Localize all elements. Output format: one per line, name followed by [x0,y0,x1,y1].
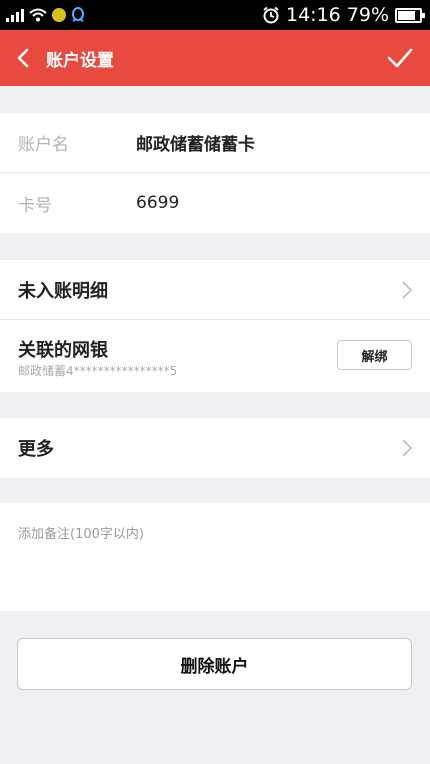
chevron-right-icon [402,439,412,457]
back-arrow-icon [17,48,29,68]
more-label: 更多 [18,439,54,460]
account-name-value: 邮政储蓄储蓄卡 [136,135,255,155]
signal-icon [6,8,24,22]
linked-bank-row: 关联的网银 邮政储蓄4****************5 解绑 [0,320,430,392]
chevron-right-icon [402,280,412,299]
confirm-button[interactable] [370,30,430,86]
card-number-label: 卡号 [18,195,52,216]
battery-icon [395,7,425,23]
page-title: 账户设置 [46,50,114,71]
remark-input[interactable] [18,523,412,593]
remark-section [0,503,430,611]
more-row[interactable]: 更多 [0,418,430,478]
qq-icon [72,7,84,22]
more-group: 更多 [0,418,430,478]
status-time: 14:16 [286,4,341,26]
status-bar: 14:16 79% [0,0,430,30]
app-notification-icon [52,8,66,22]
bank-settings-group: 未入账明细 关联的网银 邮政储蓄4****************5 解绑 [0,260,430,392]
account-name-row[interactable]: 账户名 邮政储蓄储蓄卡 [0,113,430,173]
back-button[interactable] [0,30,46,86]
delete-account-button[interactable]: 删除账户 [17,638,412,690]
status-icons-right: 14:16 79% [262,4,425,26]
unposted-details-label: 未入账明细 [18,280,108,302]
linked-bank-label: 关联的网银 [18,340,108,361]
checkmark-icon [387,48,413,68]
wifi-icon [29,8,47,22]
account-name-label: 账户名 [18,135,69,155]
alarm-icon [263,6,279,24]
account-info-group: 账户名 邮政储蓄储蓄卡 卡号 6699 [0,113,430,233]
battery-percentage: 79% [346,4,389,26]
card-number-value: 6699 [136,193,180,213]
card-number-row: 卡号 6699 [0,173,430,233]
navigation-bar: 账户设置 [0,30,430,86]
unbind-button[interactable]: 解绑 [337,340,412,370]
linked-bank-account: 邮政储蓄4****************5 [18,364,178,378]
unposted-details-row[interactable]: 未入账明细 [0,260,430,320]
status-icons-left [6,7,85,23]
